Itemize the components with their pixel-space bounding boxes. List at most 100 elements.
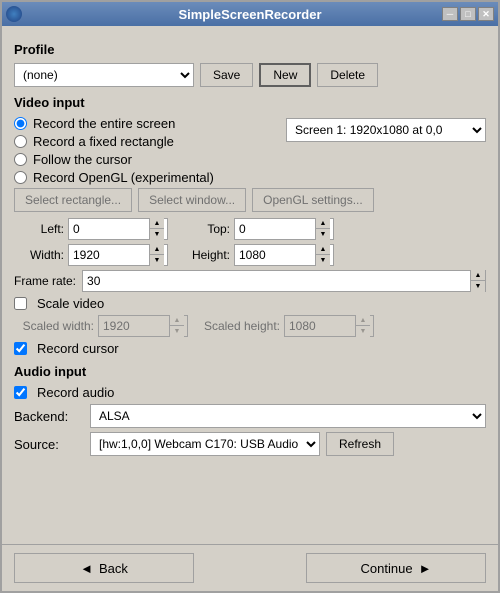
height-down-btn[interactable]: ▼: [316, 255, 330, 266]
scaled-width-down-btn: ▼: [170, 326, 184, 337]
record-cursor-label: Record cursor: [37, 341, 119, 356]
scaled-height-up-btn: ▲: [356, 315, 370, 326]
scale-video-checkbox[interactable]: [14, 297, 27, 310]
height-input[interactable]: [235, 245, 315, 265]
refresh-button[interactable]: Refresh: [326, 432, 394, 456]
opengl-settings-button[interactable]: OpenGL settings...: [252, 188, 374, 212]
main-content: Profile (none) Save New Delete Video inp…: [2, 26, 498, 544]
radio-opengl[interactable]: [14, 171, 27, 184]
left-up-btn[interactable]: ▲: [150, 218, 164, 229]
top-input-wrap: ▲ ▼: [234, 218, 334, 240]
height-input-wrap: ▲ ▼: [234, 244, 334, 266]
scale-video-label: Scale video: [37, 296, 104, 311]
left-label: Left:: [14, 222, 64, 236]
delete-button[interactable]: Delete: [317, 63, 378, 87]
radio-follow-cursor-label: Follow the cursor: [33, 152, 132, 167]
height-field-group: Height: ▲ ▼: [180, 244, 334, 266]
backend-select[interactable]: ALSAPulseAudioJACK: [90, 404, 486, 428]
source-label: Source:: [14, 437, 84, 452]
top-input[interactable]: [235, 219, 315, 239]
screen-select-wrap: Screen 1: 1920x1080 at 0,0: [286, 116, 486, 142]
left-top-row: Left: ▲ ▼ Top: ▲ ▼: [14, 218, 486, 240]
width-field-group: Width: ▲ ▼: [14, 244, 168, 266]
height-up-btn[interactable]: ▲: [316, 244, 330, 255]
radio-row-1: Record the entire screen: [14, 116, 214, 131]
profile-section-label: Profile: [14, 42, 486, 57]
scaled-dimensions-row: Scaled width: ▲ ▼ Scaled height: ▲ ▼: [14, 315, 486, 337]
height-label: Height:: [180, 248, 230, 262]
audio-input-section-label: Audio input: [14, 364, 486, 379]
radio-row-2: Record a fixed rectangle: [14, 134, 214, 149]
maximize-button[interactable]: □: [460, 7, 476, 21]
top-up-btn[interactable]: ▲: [316, 218, 330, 229]
select-rectangle-button[interactable]: Select rectangle...: [14, 188, 132, 212]
scaled-width-group: Scaled width: ▲ ▼: [14, 315, 188, 337]
record-audio-label: Record audio: [37, 385, 114, 400]
scaled-height-spinner: ▲ ▼: [355, 315, 370, 337]
continue-button[interactable]: Continue ►: [306, 553, 486, 583]
backend-label: Backend:: [14, 409, 84, 424]
radio-fixed-rectangle[interactable]: [14, 135, 27, 148]
scaled-height-input: [285, 316, 355, 336]
select-window-button[interactable]: Select window...: [138, 188, 246, 212]
video-input-section-label: Video input: [14, 95, 486, 110]
framerate-up-btn[interactable]: ▲: [471, 270, 485, 281]
scaled-height-down-btn: ▼: [356, 326, 370, 337]
close-button[interactable]: ✕: [478, 7, 494, 21]
left-down-btn[interactable]: ▼: [150, 229, 164, 240]
screen-select[interactable]: Screen 1: 1920x1080 at 0,0: [286, 118, 486, 142]
radio-entire-screen[interactable]: [14, 117, 27, 130]
left-input-wrap: ▲ ▼: [68, 218, 168, 240]
profile-select[interactable]: (none): [14, 63, 194, 87]
top-field-group: Top: ▲ ▼: [180, 218, 334, 240]
framerate-label: Frame rate:: [14, 274, 76, 288]
continue-icon: ►: [419, 561, 432, 576]
scaled-width-up-btn: ▲: [170, 315, 184, 326]
radio-follow-cursor[interactable]: [14, 153, 27, 166]
top-down-btn[interactable]: ▼: [316, 229, 330, 240]
titlebar: SimpleScreenRecorder ─ □ ✕: [2, 2, 498, 26]
top-spinner: ▲ ▼: [315, 218, 330, 240]
radio-opengl-label: Record OpenGL (experimental): [33, 170, 214, 185]
top-label: Top:: [180, 222, 230, 236]
scaled-height-group: Scaled height: ▲ ▼: [200, 315, 374, 337]
back-button[interactable]: ◄ Back: [14, 553, 194, 583]
radio-entire-screen-label: Record the entire screen: [33, 116, 175, 131]
width-down-btn[interactable]: ▼: [150, 255, 164, 266]
scaled-height-label: Scaled height:: [200, 319, 280, 333]
width-up-btn[interactable]: ▲: [150, 244, 164, 255]
left-field-group: Left: ▲ ▼: [14, 218, 168, 240]
width-input[interactable]: [69, 245, 149, 265]
framerate-input[interactable]: [83, 271, 470, 291]
save-button[interactable]: Save: [200, 63, 253, 87]
continue-label: Continue: [361, 561, 413, 576]
height-spinner: ▲ ▼: [315, 244, 330, 266]
width-label: Width:: [14, 248, 64, 262]
window-controls: ─ □ ✕: [442, 7, 494, 21]
record-audio-checkbox[interactable]: [14, 386, 27, 399]
action-buttons-row: Select rectangle... Select window... Ope…: [14, 188, 486, 212]
scaled-height-input-wrap: ▲ ▼: [284, 315, 374, 337]
record-cursor-checkbox[interactable]: [14, 342, 27, 355]
minimize-button[interactable]: ─: [442, 7, 458, 21]
left-input[interactable]: [69, 219, 149, 239]
scaled-width-label: Scaled width:: [14, 319, 94, 333]
new-button[interactable]: New: [259, 63, 311, 87]
app-icon: [6, 6, 22, 22]
source-row: Source: [hw:1,0,0] Webcam C170: USB Audi…: [14, 432, 486, 456]
framerate-down-btn[interactable]: ▼: [471, 281, 485, 292]
width-height-row: Width: ▲ ▼ Height: ▲ ▼: [14, 244, 486, 266]
record-cursor-row: Record cursor: [14, 341, 486, 356]
left-spinner: ▲ ▼: [149, 218, 164, 240]
backend-row: Backend: ALSAPulseAudioJACK: [14, 404, 486, 428]
window-title: SimpleScreenRecorder: [178, 7, 321, 22]
record-audio-row: Record audio: [14, 385, 486, 400]
framerate-row: Frame rate: ▲ ▼: [14, 270, 486, 292]
profile-row: (none) Save New Delete: [14, 63, 486, 87]
radio-fixed-rectangle-label: Record a fixed rectangle: [33, 134, 174, 149]
width-spinner: ▲ ▼: [149, 244, 164, 266]
source-select[interactable]: [hw:1,0,0] Webcam C170: USB Audio: [90, 432, 320, 456]
back-icon: ◄: [80, 561, 93, 576]
video-input-top: Record the entire screen Record a fixed …: [14, 116, 486, 188]
framerate-input-wrap: ▲ ▼: [82, 270, 486, 292]
